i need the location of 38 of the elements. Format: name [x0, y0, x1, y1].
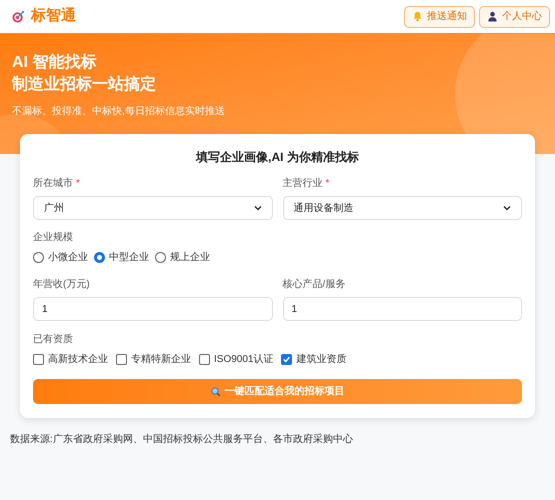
field-label: 已有资质	[33, 332, 74, 347]
field-label: 核心产品/服务	[282, 278, 346, 292]
brand-name: 标智通	[31, 6, 76, 26]
radio-option[interactable]: 小微企业	[33, 250, 88, 265]
radio-option[interactable]: 中型企业	[94, 250, 149, 265]
chevron-icon	[254, 205, 262, 211]
select-field[interactable]: 广州	[33, 196, 272, 220]
checkbox[interactable]	[116, 354, 127, 365]
checkbox-option[interactable]: 高新技术企业	[33, 352, 108, 367]
target-icon	[12, 10, 25, 23]
field-label: 年营收(万元)	[33, 278, 91, 292]
hero-title: 制造业招标一站搞定	[12, 74, 157, 95]
select-field[interactable]: 通用设备制造	[282, 196, 522, 220]
form-title: 填写企业画像,AI 为你精准找标	[194, 149, 360, 166]
person-icon	[487, 11, 498, 22]
data-source-note: 数据来源:广东省政府采购网、中国招标投标公共服务平台、各市政府采购中心	[10, 432, 354, 447]
search-icon	[210, 386, 220, 396]
checkbox-option[interactable]: 建筑业资质	[281, 352, 346, 367]
field-label: 所在城市	[33, 176, 73, 191]
required-mark: *	[326, 177, 330, 191]
field-label: 主营行业	[282, 176, 322, 191]
field-label: 企业规模	[33, 230, 74, 245]
radio-option[interactable]: 规上企业	[155, 250, 210, 265]
input-field[interactable]: 1	[33, 297, 272, 321]
radio-button[interactable]	[94, 252, 105, 263]
hero-title: AI 智能找标	[12, 52, 98, 73]
chevron-icon	[503, 205, 511, 211]
checkbox-option[interactable]: ISO9001认证	[199, 352, 274, 367]
checkbox-option[interactable]: 专精特新企业	[116, 352, 191, 367]
required-mark: *	[76, 177, 80, 191]
checkbox[interactable]	[281, 354, 292, 365]
input-field[interactable]: 1	[282, 297, 522, 321]
hero-subtitle: 不漏标、投得准、中标快,每日招标信息实时推送	[12, 104, 226, 119]
radio-button[interactable]	[155, 252, 166, 263]
bell-icon	[412, 11, 423, 22]
radio-button[interactable]	[33, 252, 44, 263]
checkbox[interactable]	[199, 354, 210, 365]
checkbox[interactable]	[33, 354, 44, 365]
